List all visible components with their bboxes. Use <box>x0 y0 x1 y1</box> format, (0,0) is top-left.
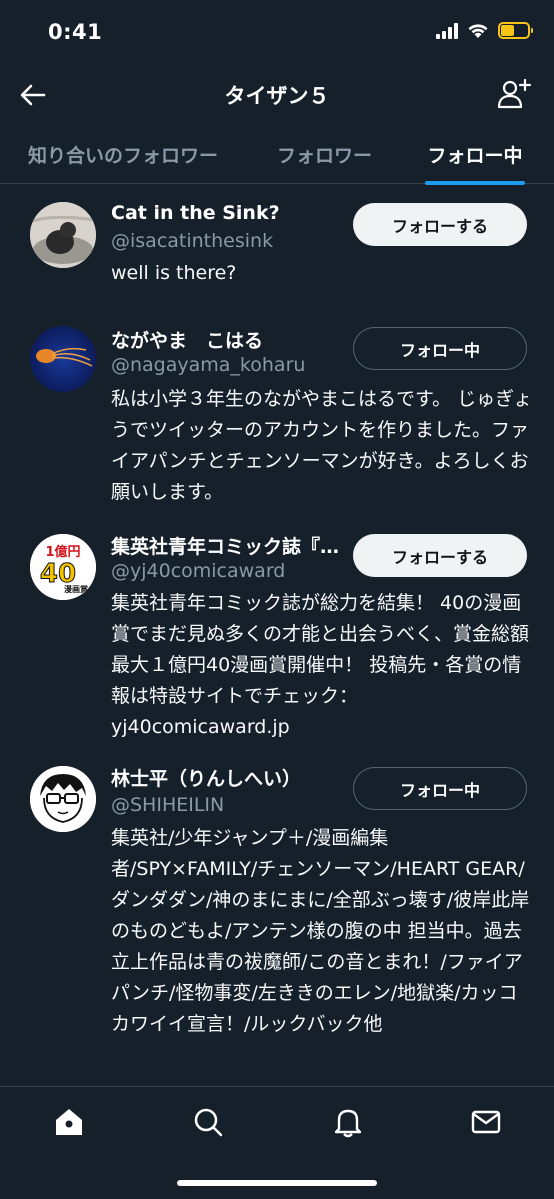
arrow-left-icon[interactable] <box>18 80 48 110</box>
following-button[interactable]: フォロー中 <box>353 767 527 810</box>
user-name[interactable]: 林士平（りんしへい） <box>111 764 301 791</box>
user-row[interactable]: ながやま こはる @nagayama_koharu 私は小学３年生のながやまこは… <box>0 314 554 514</box>
user-handle: @yj40comicaward <box>111 560 286 582</box>
avatar <box>30 766 96 832</box>
signal-icon <box>436 22 458 39</box>
battery-icon <box>498 22 533 39</box>
user-handle: @SHIHEILIN <box>111 794 225 816</box>
wifi-icon <box>468 24 488 38</box>
user-bio: 私は小学３年生のながやまこはるです。 じゅぎょうでツイッターのアカウントを作りま… <box>111 388 533 503</box>
tab-followers[interactable]: フォロワー <box>277 124 372 184</box>
avatar <box>30 202 96 268</box>
user-row[interactable]: 1億円 40 漫画賞 集英社青年コミック誌『… @yj40comicaward … <box>0 514 554 749</box>
battery-level <box>501 25 514 36</box>
person-add-icon[interactable] <box>496 76 532 112</box>
user-row[interactable]: 林士平（りんしへい） @SHIHEILIN 集英社/少年ジャンプ＋/漫画編集者/… <box>0 749 554 1049</box>
avatar: 1億円 40 漫画賞 <box>30 534 96 600</box>
avatar-text-top: 1億円 <box>45 544 80 560</box>
home-indicator <box>177 1180 377 1186</box>
user-row[interactable]: Cat in the Sink? @isacatinthesink well i… <box>0 184 554 314</box>
user-name[interactable]: 集英社青年コミック誌『… <box>111 532 339 559</box>
home-icon[interactable] <box>52 1105 86 1139</box>
tab-bar: 知り合いのフォロワー フォロワー フォロー中 <box>0 124 554 185</box>
search-icon[interactable] <box>191 1105 225 1139</box>
avatar-text-bottom: 漫画賞 <box>64 584 88 594</box>
user-name[interactable]: Cat in the Sink? <box>111 202 280 224</box>
follow-button[interactable]: フォローする <box>353 203 527 246</box>
user-bio: well is there? <box>111 262 237 284</box>
tab-following[interactable]: フォロー中 <box>425 124 525 185</box>
following-button[interactable]: フォロー中 <box>353 327 527 370</box>
bell-icon[interactable] <box>331 1105 365 1139</box>
user-handle: @isacatinthesink <box>111 230 274 252</box>
user-handle: @nagayama_koharu <box>111 354 306 376</box>
header: タイザン５ <box>0 66 554 124</box>
follow-button[interactable]: フォローする <box>353 534 527 577</box>
status-bar: 0:41 <box>0 0 554 66</box>
user-name[interactable]: ながやま こはる <box>111 326 263 353</box>
status-icons <box>436 22 533 39</box>
user-bio: 集英社/少年ジャンプ＋/漫画編集者/SPY×FAMILY/チェンソーマン/HEA… <box>111 827 530 1035</box>
mail-icon[interactable] <box>469 1105 503 1139</box>
tab-mutual-followers[interactable]: 知り合いのフォロワー <box>28 124 218 184</box>
user-bio: 集英社青年コミック誌が総力を結集！ 40の漫画賞でまだ見ぬ多くの才能と出会うべく… <box>111 592 530 738</box>
avatar <box>30 326 96 392</box>
status-time: 0:41 <box>48 20 103 44</box>
page-title: タイザン５ <box>224 84 330 108</box>
